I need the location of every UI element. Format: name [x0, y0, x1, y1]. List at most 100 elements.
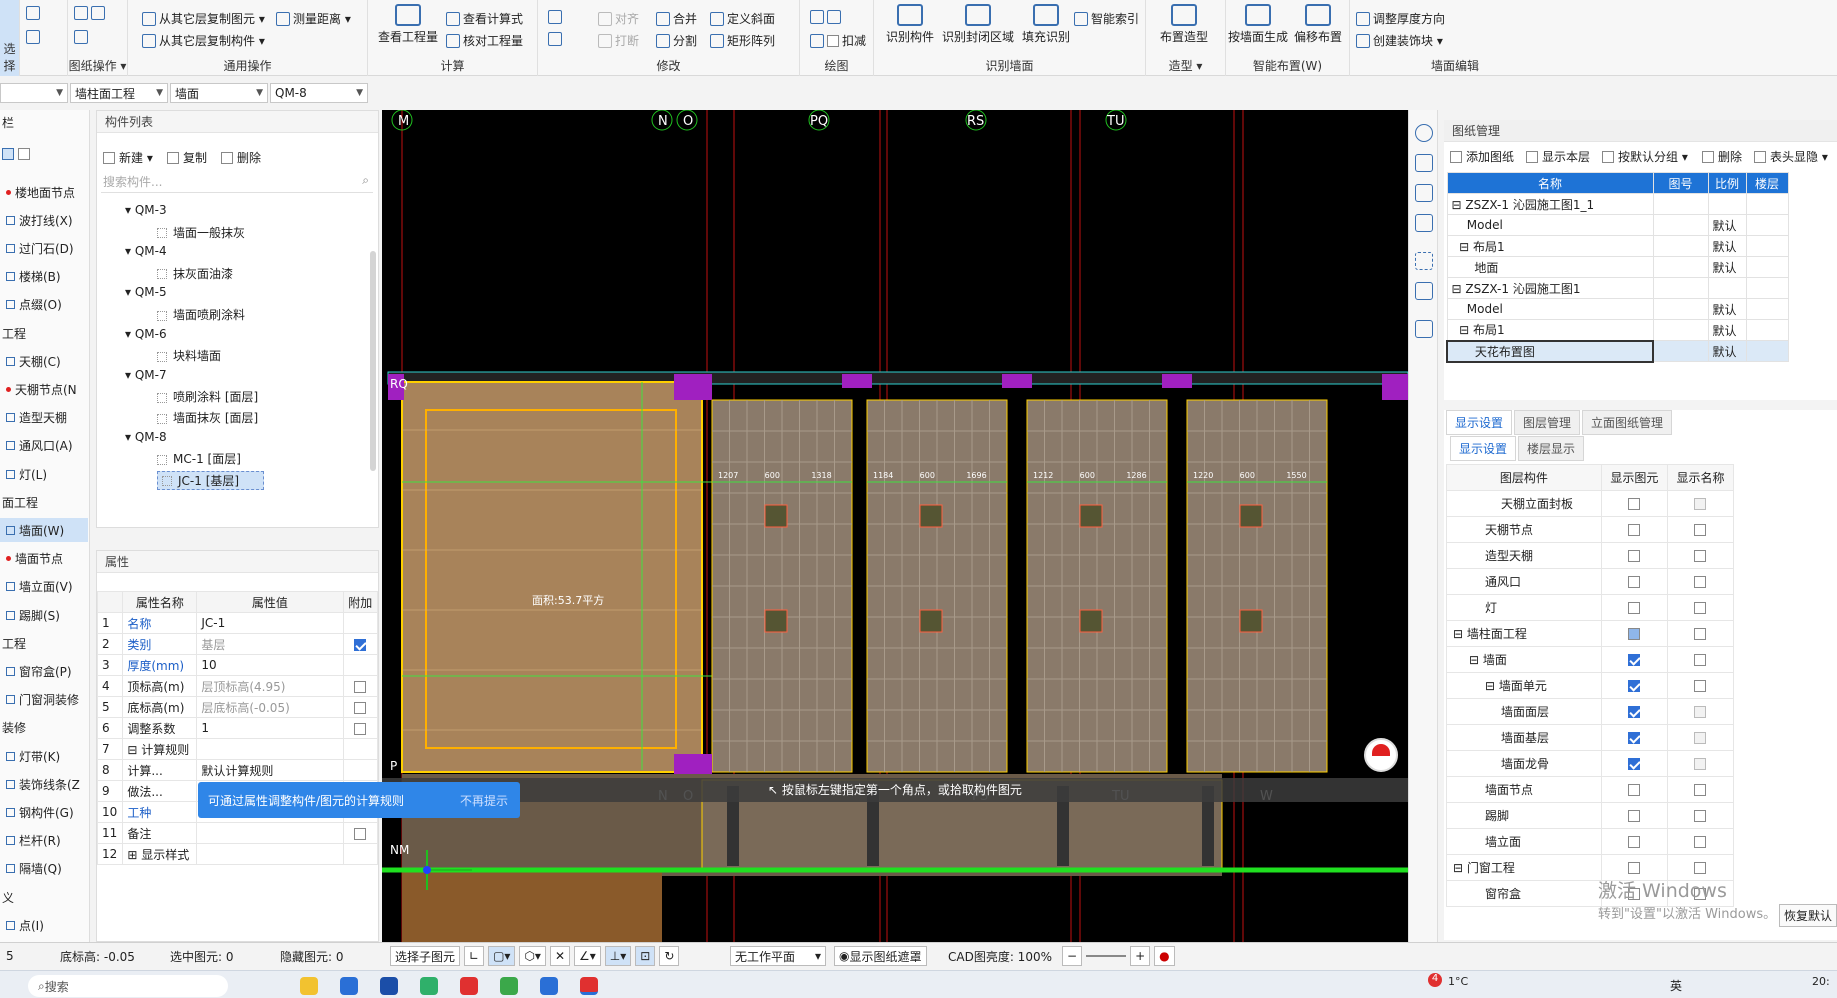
- layer-checkbox[interactable]: [1694, 498, 1707, 510]
- modify-icon-1[interactable]: [548, 10, 562, 24]
- property-row[interactable]: 11 备注: [96, 822, 379, 844]
- property-row[interactable]: 12 ⊞ 显示样式: [96, 843, 379, 865]
- layer-row[interactable]: 墙面基层: [1446, 724, 1735, 751]
- drawing-row[interactable]: ⊟ ZSZX-1 沁园施工图1: [1446, 277, 1789, 299]
- property-value[interactable]: 层底标高(-0.05): [196, 696, 344, 718]
- layer-checkbox[interactable]: [1628, 862, 1641, 874]
- adjust-thickness-button[interactable]: 调整厚度方向: [1356, 10, 1445, 27]
- drawing-row[interactable]: ⊟ ZSZX-1 沁园施工图1_1: [1446, 193, 1789, 215]
- extra-checkbox[interactable]: [354, 827, 367, 840]
- angle-icon[interactable]: ∠▾: [574, 946, 601, 966]
- drawing-row[interactable]: Model 默认: [1446, 298, 1789, 320]
- layer-row[interactable]: ⊟ 墙柱面工程: [1446, 620, 1735, 647]
- ortho-icon[interactable]: ∟: [464, 946, 485, 966]
- type-combo[interactable]: 墙面 ▼: [170, 83, 268, 103]
- layer-checkbox[interactable]: [1694, 524, 1707, 536]
- show-mask-button[interactable]: ◉ 显示图纸遮罩: [834, 946, 927, 966]
- layer-checkbox[interactable]: [1694, 680, 1707, 692]
- view-mode-icons[interactable]: [2, 146, 30, 160]
- layer-checkbox[interactable]: [1628, 498, 1641, 510]
- property-value[interactable]: 层顶标高(4.95): [196, 675, 344, 697]
- nav-item[interactable]: 灯带(K): [0, 744, 88, 768]
- layer-checkbox[interactable]: [1628, 602, 1641, 614]
- fill-recognize-button[interactable]: 填充识别: [1022, 4, 1070, 45]
- smart-index-button[interactable]: 智能索引: [1074, 10, 1139, 27]
- layer-checkbox[interactable]: [1628, 732, 1641, 744]
- property-row[interactable]: 2 类别 基层: [96, 633, 379, 655]
- select-group[interactable]: 选择: [0, 0, 20, 76]
- check-quantity-button[interactable]: 核对工程量: [446, 32, 523, 49]
- app-icon-5[interactable]: [500, 977, 518, 995]
- nav-item[interactable]: 楼地面节点: [0, 180, 88, 204]
- tree-item[interactable]: 墙面一般抹灰: [157, 224, 245, 241]
- layout-shape-button[interactable]: 布置造型: [1160, 4, 1208, 45]
- layer-checkbox[interactable]: [1694, 654, 1707, 666]
- nav-item[interactable]: 过门石(D): [0, 236, 88, 260]
- property-value[interactable]: 基层: [196, 633, 344, 655]
- app-icon-4[interactable]: [460, 977, 478, 995]
- move-icon[interactable]: [548, 32, 562, 46]
- tooltip-dismiss-button[interactable]: 不再提示: [460, 792, 508, 809]
- copy-from-floor-button[interactable]: 从其它层复制图元 ▾: [142, 10, 265, 27]
- view-formula-button[interactable]: 查看计算式: [446, 10, 523, 27]
- cube-icon[interactable]: [1415, 282, 1433, 300]
- tree-scrollbar[interactable]: [370, 251, 376, 471]
- property-row[interactable]: 6 调整系数 1: [96, 717, 379, 739]
- layer-checkbox[interactable]: [1694, 602, 1707, 614]
- property-row[interactable]: 1 名称 JC-1: [96, 612, 379, 634]
- nav-item[interactable]: 通风口(A): [0, 434, 88, 458]
- nav-item[interactable]: 墙面(W): [0, 518, 88, 543]
- tree-group[interactable]: ▾ QM-7: [125, 368, 167, 382]
- layer-row[interactable]: 墙立面: [1446, 828, 1735, 855]
- nav-item[interactable]: 造型天棚: [0, 406, 88, 430]
- copy-component-button[interactable]: 从其它层复制构件 ▾: [142, 32, 265, 49]
- nav-item[interactable]: 天棚节点(N: [0, 377, 88, 401]
- property-value[interactable]: 1: [196, 717, 344, 739]
- layer-checkbox[interactable]: [1628, 524, 1641, 536]
- select-sub-button[interactable]: 选择子图元: [390, 946, 461, 966]
- view-orbit-icon[interactable]: [1415, 124, 1433, 142]
- cube-select-icon[interactable]: ⬡▾: [519, 946, 546, 966]
- zoom-out-icon[interactable]: −: [1062, 946, 1083, 966]
- deduct-button[interactable]: 扣减: [810, 32, 866, 49]
- layer-row[interactable]: 墙面面层: [1446, 698, 1735, 725]
- drawing-header-cell[interactable]: 名称: [1446, 172, 1654, 194]
- property-value[interactable]: 默认计算规则: [196, 759, 344, 781]
- drawing-op-icon-2[interactable]: [74, 30, 88, 44]
- property-row[interactable]: 4 顶标高(m) 层顶标高(4.95): [96, 675, 379, 697]
- layer-checkbox[interactable]: [1694, 550, 1707, 562]
- layer-checkbox[interactable]: [1694, 706, 1707, 718]
- assistant-avatar[interactable]: [1364, 738, 1398, 772]
- layer-row[interactable]: ⊟ 墙面: [1446, 646, 1735, 673]
- tree-item[interactable]: 墙面抹灰 [面层]: [157, 409, 258, 426]
- snap-tools[interactable]: ∟ ▢▾ ⬡▾ ✕ ∠▾ ⊥▾ ⊡ ↻: [464, 946, 680, 966]
- show-floor-toggle[interactable]: 显示本层: [1526, 148, 1590, 165]
- view-3d-icon[interactable]: [1415, 154, 1433, 172]
- category-combo[interactable]: 墙柱面工程 ▼: [70, 83, 168, 103]
- delete-drawing-button[interactable]: 删除: [1702, 148, 1742, 165]
- measure-distance-button[interactable]: 测量距离 ▾: [276, 10, 351, 27]
- clock[interactable]: 20:: [1812, 975, 1830, 988]
- layer-checkbox[interactable]: [1694, 810, 1707, 822]
- layer-row[interactable]: 造型天棚: [1446, 542, 1735, 569]
- nav-item[interactable]: 楼梯(B): [0, 265, 88, 289]
- zoom-extent-icon[interactable]: [1415, 252, 1433, 270]
- tree-item[interactable]: 抹灰面油漆: [157, 265, 233, 282]
- drawing-op-icon-1[interactable]: [74, 6, 105, 20]
- layer-row[interactable]: 灯: [1446, 594, 1735, 621]
- merge-button[interactable]: 合并: [656, 10, 697, 27]
- drawing-row[interactable]: 天花布置图 默认: [1446, 339, 1789, 363]
- new-component-button[interactable]: 新建 ▾: [103, 149, 153, 166]
- drawing-header-cell[interactable]: 楼层: [1745, 172, 1789, 194]
- layer-checkbox[interactable]: [1628, 810, 1641, 822]
- define-slope-button[interactable]: 定义斜面: [710, 10, 775, 27]
- nav-item[interactable]: 天棚(C): [0, 349, 88, 373]
- layer-row[interactable]: 天棚节点: [1446, 516, 1735, 543]
- layer-checkbox[interactable]: [1694, 628, 1707, 640]
- drawing-row[interactable]: Model 默认: [1446, 214, 1789, 236]
- copy-component-list-button[interactable]: 复制: [167, 149, 207, 166]
- nav-item[interactable]: 墙立面(V): [0, 575, 88, 599]
- tree-group[interactable]: ▾ QM-8: [125, 430, 167, 444]
- break-button[interactable]: 打断: [598, 32, 639, 49]
- rect-array-button[interactable]: 矩形阵列: [710, 32, 775, 49]
